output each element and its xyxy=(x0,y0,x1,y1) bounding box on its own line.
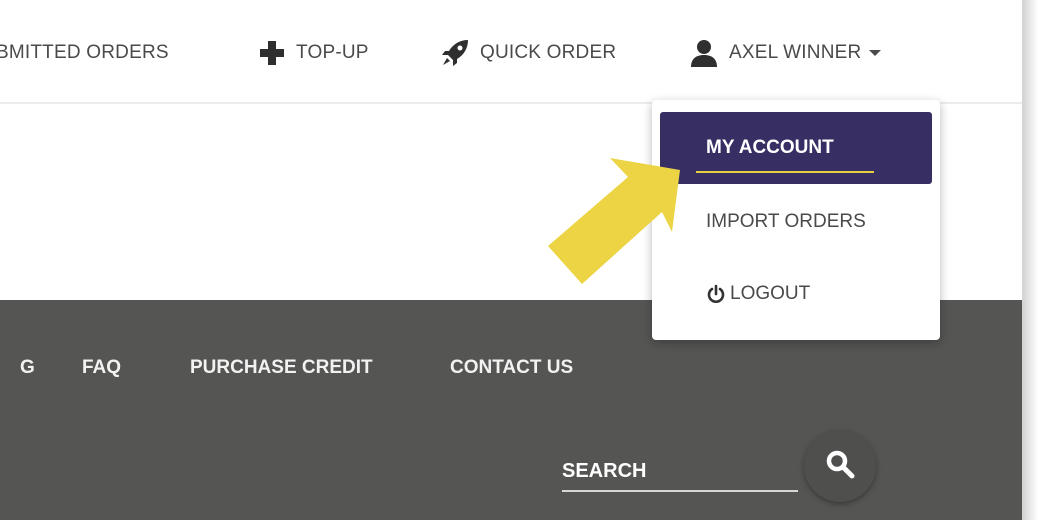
footer-link-faq[interactable]: FAQ xyxy=(82,354,121,382)
search-button[interactable] xyxy=(804,430,876,502)
menu-item-import-orders-label: IMPORT ORDERS xyxy=(706,211,866,232)
page: BMITTED ORDERS TOP-UP QUICK ORDER AXEL W… xyxy=(0,0,1038,520)
page-edge-shadow xyxy=(1022,0,1038,520)
footer-link-purchase-credit[interactable]: PURCHASE CREDIT xyxy=(190,354,373,382)
search-icon xyxy=(825,449,855,484)
top-navigation: BMITTED ORDERS TOP-UP QUICK ORDER AXEL W… xyxy=(0,0,1022,104)
nav-topup-label: TOP-UP xyxy=(296,42,369,63)
nav-quick-order[interactable]: QUICK ORDER xyxy=(440,36,616,70)
footer-link-g[interactable]: G xyxy=(20,354,35,382)
menu-item-import-orders[interactable]: IMPORT ORDERS xyxy=(660,186,932,258)
nav-quick-order-label: QUICK ORDER xyxy=(480,42,617,63)
user-icon xyxy=(689,38,719,68)
plus-icon xyxy=(258,39,286,67)
nav-submitted-orders-label: BMITTED ORDERS xyxy=(0,42,169,63)
user-menu-toggle[interactable]: AXEL WINNER xyxy=(689,36,882,70)
user-name: AXEL WINNER xyxy=(729,42,862,63)
menu-item-logout[interactable]: LOGOUT xyxy=(660,258,932,330)
caret-down-icon xyxy=(869,50,882,56)
nav-topup[interactable]: TOP-UP xyxy=(258,36,369,70)
menu-item-my-account[interactable]: MY ACCOUNT xyxy=(660,112,932,184)
search-field xyxy=(562,446,798,492)
search-input[interactable] xyxy=(562,446,798,490)
power-icon xyxy=(706,284,726,304)
active-underline xyxy=(696,171,874,173)
rocket-icon xyxy=(440,38,470,68)
footer-link-contact-us[interactable]: CONTACT US xyxy=(450,354,573,382)
menu-item-logout-label: LOGOUT xyxy=(730,283,811,304)
nav-submitted-orders[interactable]: BMITTED ORDERS xyxy=(0,36,169,70)
menu-item-my-account-label: MY ACCOUNT xyxy=(706,137,834,158)
